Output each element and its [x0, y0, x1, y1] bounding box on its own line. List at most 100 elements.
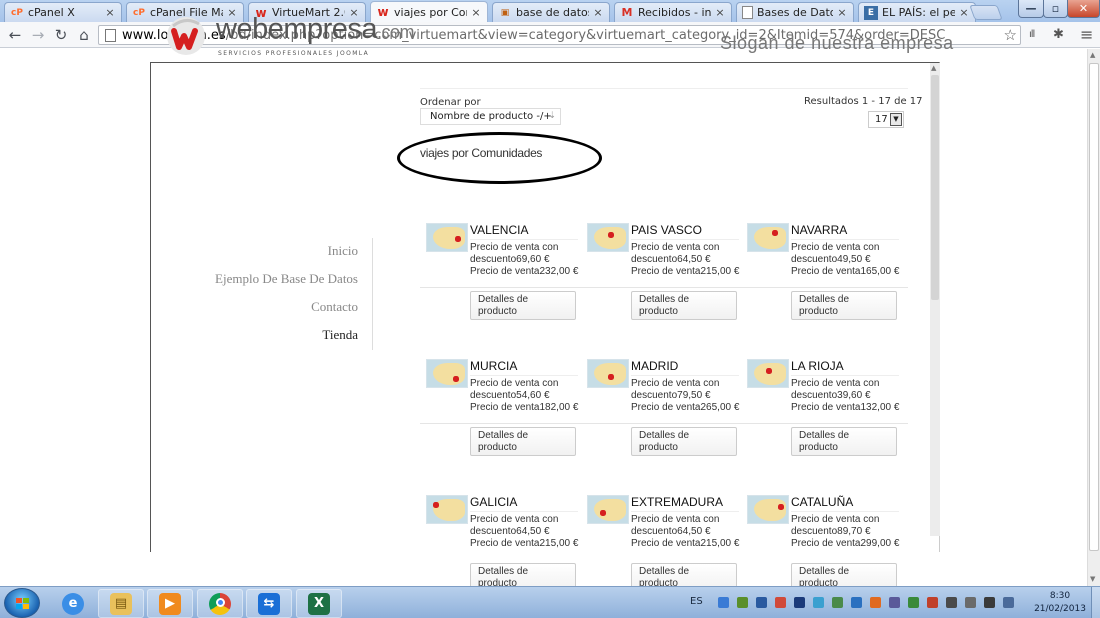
- product-details-button[interactable]: Detalles de producto: [470, 427, 576, 456]
- product-map-thumbnail[interactable]: [747, 223, 789, 252]
- tab-6[interactable]: Bases de Datos En×: [736, 2, 854, 22]
- sort-select[interactable]: Nombre de producto -/+ ⇣: [420, 108, 561, 125]
- language-indicator[interactable]: ES: [690, 596, 703, 607]
- product-name[interactable]: MURCIA: [470, 359, 578, 376]
- teamviewer-icon[interactable]: ⇆: [246, 589, 292, 618]
- price-label: Precio de venta: [470, 538, 540, 549]
- price-value: 215,00 €: [700, 266, 740, 277]
- page-scrollbar-thumb[interactable]: [1089, 63, 1099, 551]
- sync-icon[interactable]: [832, 597, 843, 608]
- product-name[interactable]: CATALUÑA: [791, 495, 899, 512]
- start-button[interactable]: [4, 588, 40, 618]
- menu-item-1[interactable]: Ejemplo De Base De Datos: [215, 271, 358, 287]
- per-page-value: 17: [875, 114, 888, 125]
- home-icon[interactable]: ⌂: [75, 26, 93, 44]
- product-details-button[interactable]: Detalles de producto: [631, 291, 737, 320]
- scroll-up-icon[interactable]: ▲: [931, 64, 936, 72]
- product-name[interactable]: LA RIOJA: [791, 359, 899, 376]
- back-icon[interactable]: ←: [6, 26, 24, 44]
- product-map-thumbnail[interactable]: [426, 359, 468, 388]
- site-logo[interactable]: webempresa.com SERVICIOS PROFESIONALES J…: [165, 12, 415, 62]
- antivirus-icon[interactable]: [775, 597, 786, 608]
- menu-item-3[interactable]: Tienda: [322, 327, 358, 343]
- signal-bars-icon[interactable]: [984, 597, 995, 608]
- signal-icon[interactable]: ıll: [1029, 26, 1035, 44]
- tab-close-icon[interactable]: ×: [592, 6, 604, 19]
- bookmark-star-icon[interactable]: ☆: [1004, 26, 1017, 44]
- inner-scrollbar[interactable]: ▲: [930, 63, 940, 536]
- product-name[interactable]: EXTREMADURA: [631, 495, 739, 512]
- tab-label: base de datos - A: [516, 6, 589, 19]
- product-map-thumbnail[interactable]: [747, 495, 789, 524]
- firefox-icon[interactable]: [870, 597, 881, 608]
- skype-icon[interactable]: [908, 597, 919, 608]
- menu-icon[interactable]: ≡: [1080, 26, 1093, 44]
- tab-close-icon[interactable]: ×: [836, 6, 848, 19]
- window-close-button[interactable]: ✕: [1067, 0, 1100, 18]
- clock[interactable]: 8:30 21/02/2013: [1034, 590, 1086, 616]
- window-minimize-button[interactable]: —: [1018, 0, 1044, 18]
- network-icon[interactable]: [718, 597, 729, 608]
- page-scroll-up-icon[interactable]: ▲: [1090, 51, 1095, 59]
- show-desktop-button[interactable]: [1091, 587, 1100, 618]
- logo-wordmark: webempresa.com: [216, 13, 415, 45]
- price-label: Precio de venta: [631, 538, 701, 549]
- volume-icon[interactable]: [1003, 597, 1014, 608]
- battery-icon[interactable]: [946, 597, 957, 608]
- price-value: 132,00 €: [860, 402, 900, 413]
- tab-close-icon[interactable]: ×: [470, 6, 482, 19]
- inner-scrollbar-thumb[interactable]: [931, 75, 939, 300]
- chrome-icon[interactable]: [197, 589, 243, 618]
- product-map-thumbnail[interactable]: [747, 359, 789, 388]
- monitor-icon[interactable]: [756, 597, 767, 608]
- product-name[interactable]: NAVARRA: [791, 223, 899, 240]
- tab-close-icon[interactable]: ×: [714, 6, 726, 19]
- new-tab-button[interactable]: [969, 5, 1003, 20]
- page-scrollbar[interactable]: ▲ ▼: [1087, 49, 1100, 586]
- bluetooth-icon[interactable]: [794, 597, 805, 608]
- tab-0[interactable]: cP cPanel X ×: [4, 2, 122, 22]
- internet-explorer-icon[interactable]: e: [50, 589, 96, 618]
- display-icon[interactable]: [889, 597, 900, 608]
- product-map-thumbnail[interactable]: [587, 223, 629, 252]
- product-details-button[interactable]: Detalles de producto: [470, 291, 576, 320]
- menu-item-0[interactable]: Inicio: [328, 243, 358, 259]
- product-name[interactable]: PAIS VASCO: [631, 223, 739, 240]
- security-icon[interactable]: [737, 597, 748, 608]
- menu-item-2[interactable]: Contacto: [311, 299, 358, 315]
- excel-icon[interactable]: X: [296, 589, 342, 618]
- tab-4[interactable]: ▣ base de datos - A×: [492, 2, 610, 22]
- cloud-icon[interactable]: [851, 597, 862, 608]
- product-name[interactable]: GALICIA: [470, 495, 578, 512]
- product-map-thumbnail[interactable]: [587, 359, 629, 388]
- product-map-thumbnail[interactable]: [587, 495, 629, 524]
- tab-close-icon[interactable]: ×: [104, 6, 116, 19]
- product-name[interactable]: VALENCIA: [470, 223, 578, 240]
- action-center-icon[interactable]: [965, 597, 976, 608]
- page-scroll-down-icon[interactable]: ▼: [1090, 575, 1095, 583]
- product-map-thumbnail[interactable]: [426, 495, 468, 524]
- tab-label: Bases de Datos En: [757, 6, 833, 19]
- product-prices: Precio de venta con descuento69,60 € Prec…: [470, 242, 582, 278]
- tab-5[interactable]: M Recibidos - info.lo×: [614, 2, 732, 22]
- file-explorer-icon[interactable]: ▤: [98, 589, 144, 618]
- dropdown-arrow-icon[interactable]: ▼: [890, 113, 902, 126]
- reload-icon[interactable]: ↻: [52, 26, 70, 44]
- per-page-select[interactable]: 17 ▼: [868, 111, 904, 128]
- document-icon: [742, 6, 753, 19]
- product-map-thumbnail[interactable]: [426, 223, 468, 252]
- window-maximize-button[interactable]: ▫: [1043, 0, 1068, 18]
- database-icon: ▣: [500, 7, 510, 18]
- product-details-button[interactable]: Detalles de producto: [631, 427, 737, 456]
- flag-icon[interactable]: [927, 597, 938, 608]
- media-player-icon[interactable]: ▶: [147, 589, 193, 618]
- product-details-button[interactable]: Detalles de producto: [791, 427, 897, 456]
- update-icon[interactable]: [813, 597, 824, 608]
- product-name[interactable]: MADRID: [631, 359, 739, 376]
- tab-7[interactable]: E EL PAÍS: el periódi×: [858, 2, 976, 22]
- product-prices: Precio de venta con descuento54,60 € Prec…: [470, 378, 582, 414]
- tab-close-icon[interactable]: ×: [958, 6, 970, 19]
- extension-icon[interactable]: ✱: [1053, 26, 1064, 44]
- product-details-button[interactable]: Detalles de producto: [791, 291, 897, 320]
- forward-icon[interactable]: →: [29, 26, 47, 44]
